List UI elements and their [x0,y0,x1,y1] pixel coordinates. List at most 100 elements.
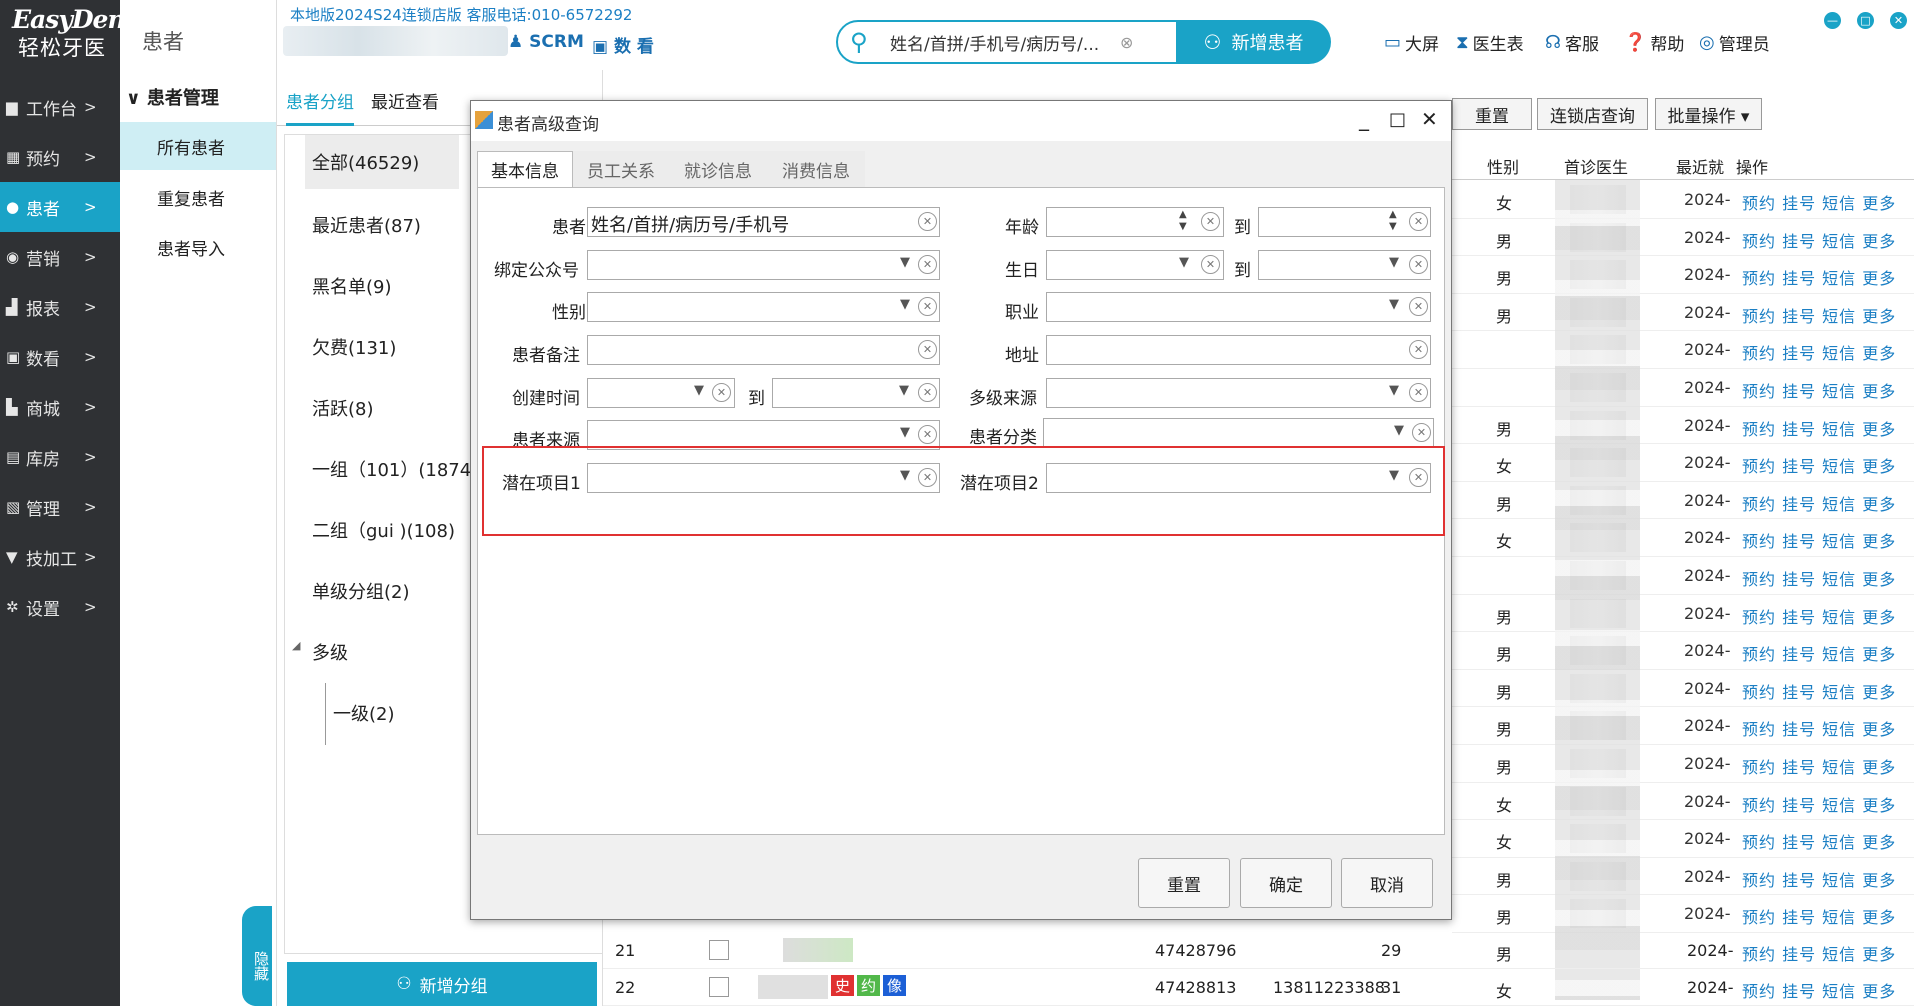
group-item-blacklist[interactable]: 黑名单(9) [312,273,392,299]
table-row[interactable]: 女 2024- 预约 挂号 短信 更多 [1452,820,1914,858]
service-link[interactable]: ☊ 客服 [1545,30,1599,55]
clear-icon[interactable]: ✕ [1409,212,1428,231]
dialog-reset-button[interactable]: 重置 [1138,858,1230,908]
maximize-icon[interactable]: □ [1857,12,1874,29]
row-checkbox[interactable] [709,940,729,960]
table-row[interactable]: 男 2024- 预约 挂号 短信 更多 [1452,219,1914,257]
clear-icon[interactable]: ✕ [1201,255,1220,274]
row-ops[interactable]: 预约 挂号 短信 更多 [1742,829,1896,853]
shukan-link[interactable]: ▣ 数 看 [592,32,654,57]
row-ops[interactable]: 预约 挂号 短信 更多 [1742,867,1896,891]
gender-select[interactable]: ▼ ✕ [587,292,940,322]
potential2-select[interactable]: ▼ ✕ [1046,463,1431,493]
clear-icon[interactable]: ✕ [918,255,937,274]
row-ops[interactable]: 预约 挂号 短信 更多 [1742,566,1896,590]
group-item-recent[interactable]: 最近患者(87) [312,212,421,238]
row-ops[interactable]: 预约 挂号 短信 更多 [1742,491,1896,515]
row-ops[interactable]: 预约 挂号 短信 更多 [1742,528,1896,552]
col-first-doctor[interactable]: 首诊医生 [1564,154,1628,178]
help-link[interactable]: ❓ 帮助 [1624,30,1684,55]
clear-icon[interactable]: ✕ [1409,468,1428,487]
group-item-active[interactable]: 活跃(8) [312,395,374,421]
row-ops[interactable]: 预约 挂号 短信 更多 [1742,303,1896,327]
spinner-icon[interactable]: ▲ ▼ [1389,209,1397,233]
table-row[interactable]: 2024- 预约 挂号 短信 更多 [1452,557,1914,595]
row-ops[interactable]: 预约 挂号 短信 更多 [1742,416,1896,440]
clear-icon[interactable]: ✕ [712,383,731,402]
row-ops[interactable]: 预约 挂号 短信 更多 [1742,604,1896,628]
close-window-icon[interactable]: ✕ [1890,12,1907,29]
table-row[interactable]: 男 2024- 预约 挂号 短信 更多 [1452,670,1914,708]
multi-source-select[interactable]: ▼ ✕ [1046,378,1431,408]
dialog-cancel-button[interactable]: 取消 [1341,858,1433,908]
row-ops[interactable]: 预约 挂号 短信 更多 [1742,265,1896,289]
table-row[interactable]: 2024- 预约 挂号 短信 更多 [1452,369,1914,407]
job-select[interactable]: ▼ ✕ [1046,292,1431,322]
group-item-level1[interactable]: 一级(2) [333,700,395,726]
clear-icon[interactable]: ✕ [918,468,937,487]
chain-query-button[interactable]: 连锁店查询 [1537,98,1648,130]
nav-item-0[interactable]: ▆ 工作台 > [0,82,120,132]
clear-icon[interactable]: ✕ [918,425,937,444]
nav-item-1[interactable]: ▦ 预约 > [0,132,120,182]
table-row[interactable]: 男 2024- 预约 挂号 短信 更多 [1452,294,1914,332]
row-ops[interactable]: 预约 挂号 短信 更多 [1742,340,1896,364]
row-ops[interactable]: 预约 挂号 短信 更多 [1742,641,1896,665]
clear-icon[interactable]: ✕ [1409,297,1428,316]
address-input[interactable]: ✕ [1046,335,1431,365]
scrm-link[interactable]: ♟ SCRM [508,32,584,52]
maximize-icon[interactable]: □ [1389,109,1406,130]
patient-input[interactable]: 姓名/首拼/病历号/手机号 ✕ [587,207,940,237]
admin-link[interactable]: ◎ 管理员 [1699,30,1770,55]
row-ops[interactable]: 预约 挂号 短信 更多 [1742,228,1896,252]
table-row[interactable]: 男 2024- 预约 挂号 短信 更多 [1452,256,1914,294]
nav-item-7[interactable]: ▤ 库房 > [0,432,120,482]
tag-appointment[interactable]: 约 [857,975,881,996]
minimize-icon[interactable]: — [1824,12,1841,29]
row-ops[interactable]: 预约 挂号 短信 更多 [1742,716,1896,740]
age-from-input[interactable]: ▲ ▼ ✕ [1046,207,1224,237]
birthday-to-select[interactable]: ▼ ✕ [1258,250,1431,280]
clear-icon[interactable]: ✕ [1412,423,1431,442]
nav-item-5[interactable]: ▣ 数看 > [0,332,120,382]
create-time-from-select[interactable]: ▼ ✕ [587,378,735,408]
table-row[interactable]: 女 2024- 预约 挂号 短信 更多 [1452,444,1914,482]
table-row[interactable]: 女 2024- 预约 挂号 短信 更多 [1452,519,1914,557]
clear-icon[interactable]: ✕ [918,340,937,359]
clear-icon[interactable]: ✕ [1409,340,1428,359]
clear-icon[interactable]: ✕ [918,297,937,316]
expand-triangle-icon[interactable]: ◢ [292,639,300,652]
add-group-button[interactable]: ⚇ 新增分组 [287,962,597,1006]
clear-icon[interactable]: ⊗ [1120,33,1133,52]
submenu-item-duplicate-patients[interactable]: 重复患者 [120,173,276,221]
new-patient-button[interactable]: ⚇ 新增患者 [1176,20,1331,64]
table-row[interactable]: 男 2024- 预约 挂号 短信 更多 [1452,745,1914,783]
table-row[interactable]: 22 史约像 47428813 13811223388 31 女 2024- 预… [603,969,1914,1006]
patient-search[interactable]: ⚲ 姓名/首拼/手机号/病历号/... ⊗ [836,20,1178,64]
submenu-item-all-patients[interactable]: 所有患者 [120,122,276,170]
submenu-item-import-patients[interactable]: 患者导入 [120,223,276,271]
col-gender[interactable]: 性别 [1487,154,1519,178]
nav-item-4[interactable]: ▟ 报表 > [0,282,120,332]
batch-operation-button[interactable]: 批量操作 ▾ [1655,98,1762,130]
row-ops[interactable]: 预约 挂号 短信 更多 [1742,941,1896,965]
search-input[interactable]: 姓名/首拼/手机号/病历号/... [890,30,1120,55]
row-ops[interactable]: 预约 挂号 短信 更多 [1742,904,1896,928]
nav-item-9[interactable]: ▼ 技加工 > [0,532,120,582]
row-ops[interactable]: 预约 挂号 短信 更多 [1742,792,1896,816]
tab-basic-info[interactable]: 基本信息 [477,151,573,187]
clear-icon[interactable]: ✕ [918,212,937,231]
table-row[interactable]: 男 2024- 预约 挂号 短信 更多 [1452,707,1914,745]
remark-input[interactable]: ✕ [587,335,940,365]
table-row[interactable]: 男 2024- 预约 挂号 短信 更多 [1452,858,1914,896]
close-icon[interactable]: ✕ [1421,107,1438,131]
nav-item-6[interactable]: ▙ 商城 > [0,382,120,432]
clear-icon[interactable]: ✕ [918,383,937,402]
clear-icon[interactable]: ✕ [1201,212,1220,231]
big-screen-link[interactable]: ▭ 大屏 [1384,30,1439,55]
tab-recently-viewed[interactable]: 最近查看 [371,88,439,113]
tag-history[interactable]: 史 [831,975,855,996]
age-to-input[interactable]: ▲ ▼ ✕ [1258,207,1431,237]
tag-image[interactable]: 像 [883,975,907,996]
group-item-all[interactable]: 全部(46529) [305,135,460,189]
